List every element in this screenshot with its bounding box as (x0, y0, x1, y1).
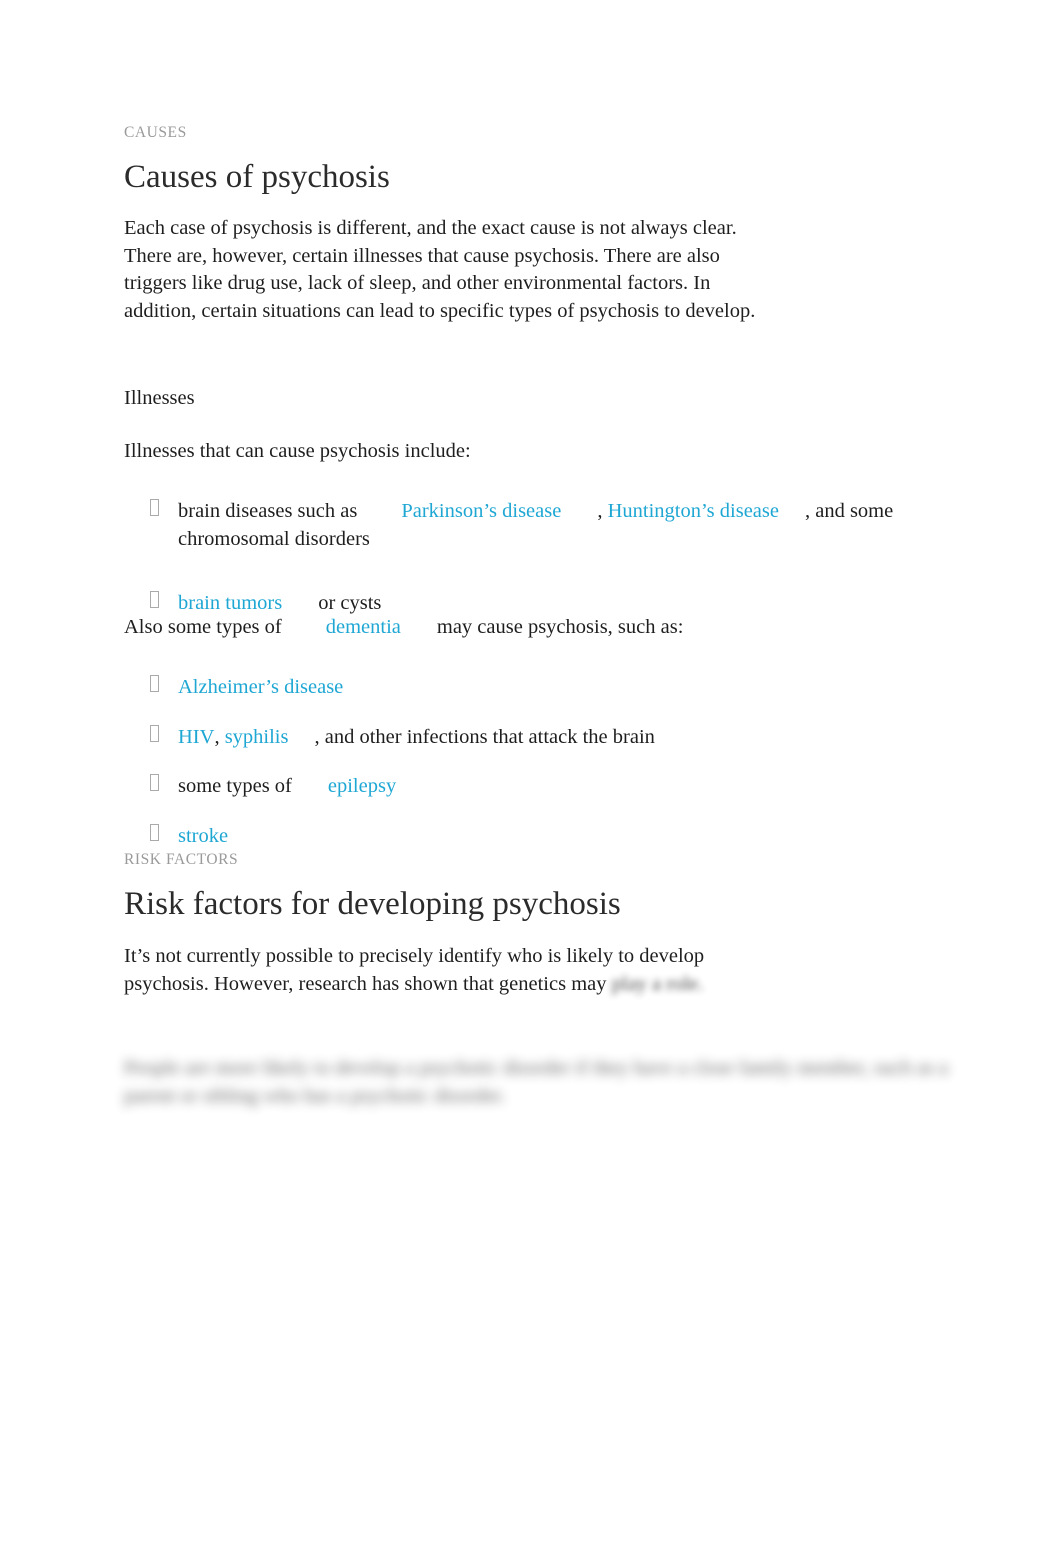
causes-eyebrow-wrap: CAUSES (124, 124, 187, 143)
causes-heading: Causes of psychosis (124, 159, 390, 195)
risk-factors-blurred-paragraph: People are more likely to develop a psyc… (124, 1057, 949, 1107)
list-item-post-text: or cysts (318, 592, 382, 614)
list-item-pre-text: brain diseases such as (178, 500, 358, 522)
risk-factors-eyebrow-wrap: RISK FACTORS (124, 851, 238, 870)
bullet-icon (150, 499, 159, 516)
list-item: brain diseases such as Parkinson’s diseas… (124, 498, 938, 553)
dementia-lead-post: may cause psychosis, such as: (436, 616, 684, 638)
list-item-post-text: , and other infections that attack the b… (314, 725, 655, 748)
risk-factors-intro-line-3-blurred: play a role. (611, 972, 704, 995)
illnesses-list-lead: Illnesses that can cause psychosis inclu… (124, 440, 471, 462)
link-huntingtons-disease[interactable]: Huntington’s disease (608, 500, 779, 522)
risk-factors-heading: Risk factors for developing psychosis (124, 886, 621, 922)
bullet-icon (150, 724, 159, 742)
link-stroke[interactable]: stroke (178, 825, 228, 847)
list-item: some types of epilepsy (124, 773, 938, 801)
bullet-icon (150, 774, 159, 791)
link-syphilis[interactable]: syphilis (225, 726, 289, 748)
causes-eyebrow: CAUSES (124, 124, 187, 141)
link-alzheimers-disease[interactable]: Alzheimer’s disease (178, 676, 343, 698)
illness-list: brain diseases such as Parkinson’s diseas… (124, 498, 938, 618)
risk-factors-intro-line-1: It’s not currently possible to precisely… (124, 945, 635, 967)
illnesses-subhead: Illnesses (124, 387, 195, 409)
list-item: stroke (124, 823, 938, 851)
causes-intro-paragraph: Each case of psychosis is different, and… (124, 217, 756, 322)
dementia-lead-pre: Also some types of (124, 616, 282, 638)
bullet-icon (150, 823, 159, 841)
list-item: HIV, syphilis , and other infections that… (124, 724, 938, 752)
dementia-lead: Also some types of dementia may cause psyc… (124, 614, 683, 642)
risk-factors-intro-paragraph: It’s not currently possible to precisely… (124, 943, 784, 998)
dementia-list: Alzheimer’s disease HIV, syphilis , and o… (124, 674, 938, 850)
link-epilepsy[interactable]: epilepsy (328, 775, 396, 797)
link-dementia[interactable]: dementia (326, 616, 401, 638)
link-brain-tumors[interactable]: brain tumors (178, 592, 282, 614)
list-item-separator: , (214, 725, 220, 748)
list-item-pre-text: some types of (178, 775, 292, 797)
risk-factors-eyebrow: RISK FACTORS (124, 851, 239, 868)
bullet-icon (150, 675, 159, 692)
list-item: Alzheimer’s disease (124, 674, 938, 702)
bullet-icon (150, 591, 159, 608)
link-parkinsons-disease[interactable]: Parkinson’s disease (401, 500, 561, 522)
link-hiv[interactable]: HIV (178, 726, 214, 748)
list-item-separator: , (597, 500, 603, 522)
